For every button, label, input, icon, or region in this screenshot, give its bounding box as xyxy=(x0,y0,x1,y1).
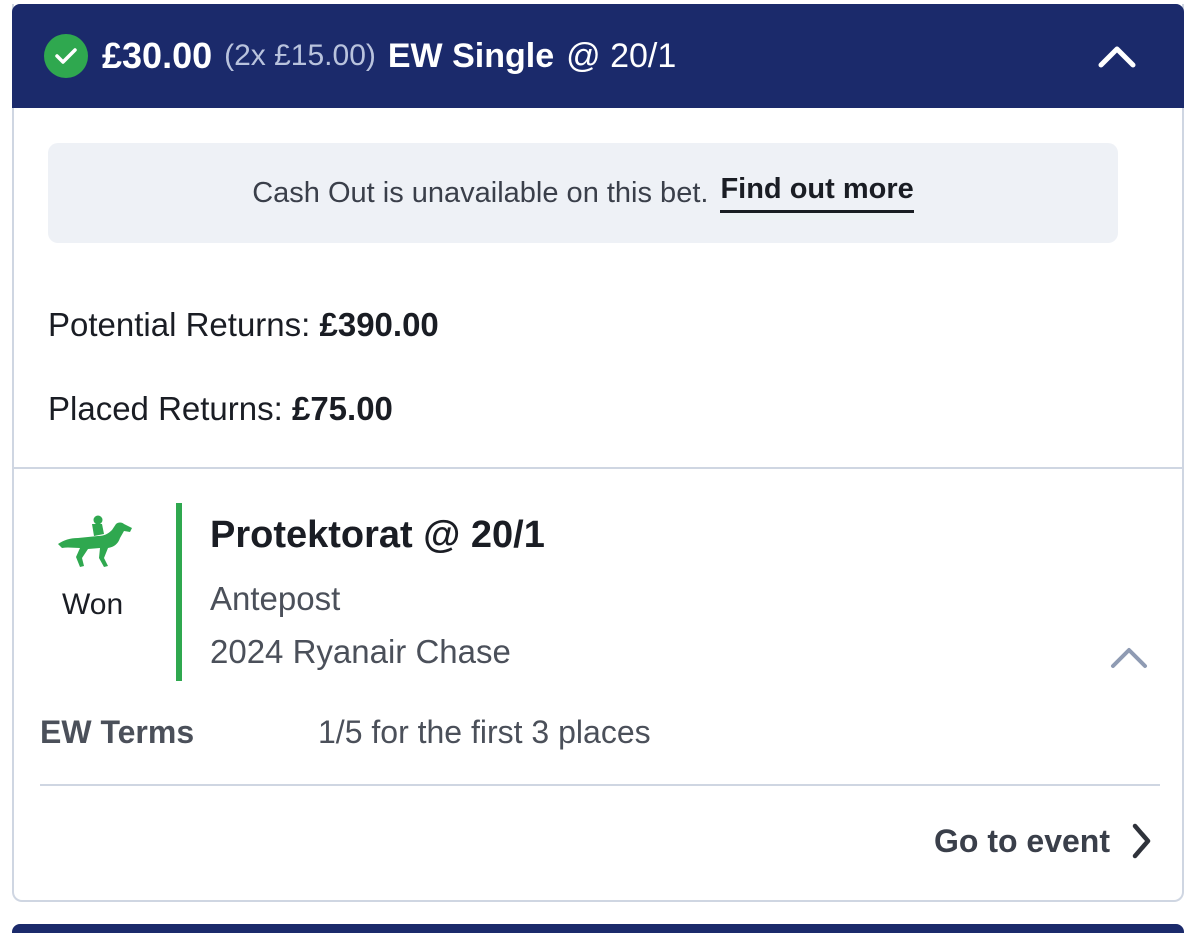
section-divider xyxy=(14,467,1182,469)
placed-returns: Placed Returns: £75.00 xyxy=(48,390,393,428)
chevron-right-icon xyxy=(1132,823,1151,859)
next-bet-header xyxy=(12,924,1184,933)
bet-stake: £30.00 xyxy=(102,35,213,76)
potential-returns-label: Potential Returns: xyxy=(48,306,311,343)
section-divider xyxy=(40,784,1160,786)
cashout-message: Cash Out is unavailable on this bet. xyxy=(252,176,709,209)
check-circle-icon xyxy=(44,34,88,78)
horse-racing-icon xyxy=(58,515,132,567)
ew-terms-value: 1/5 for the first 3 places xyxy=(318,714,651,750)
potential-returns: Potential Returns: £390.00 xyxy=(48,306,439,344)
ew-terms-label: EW Terms xyxy=(40,714,195,750)
bet-card xyxy=(12,4,1184,902)
bet-odds: @ 20/1 xyxy=(566,36,677,75)
stake-breakdown: (2x £15.00) xyxy=(224,39,376,72)
result-indicator-bar xyxy=(176,503,182,681)
selection-name: Protektorat @ 20/1 xyxy=(210,514,545,556)
cashout-notice: Cash Out is unavailable on this bet. Fin… xyxy=(48,143,1118,243)
result-label: Won xyxy=(62,588,124,621)
bet-header[interactable]: £30.00 (2x £15.00) EW Single @ 20/1 xyxy=(12,4,1184,108)
bet-type: EW Single xyxy=(387,36,555,75)
go-to-event-label: Go to event xyxy=(933,822,1110,859)
find-out-more-link[interactable]: Find out more xyxy=(720,173,914,213)
chevron-up-icon[interactable] xyxy=(1108,644,1150,670)
placed-returns-label: Placed Returns: xyxy=(48,390,283,427)
chevron-up-icon[interactable] xyxy=(1096,42,1138,70)
selection-event: 2024 Ryanair Chase xyxy=(210,633,511,670)
selection-market: Antepost xyxy=(210,580,341,617)
go-to-event-button[interactable]: Go to event xyxy=(934,822,1152,860)
placed-returns-value: £75.00 xyxy=(291,390,393,427)
potential-returns-value: £390.00 xyxy=(319,306,439,343)
